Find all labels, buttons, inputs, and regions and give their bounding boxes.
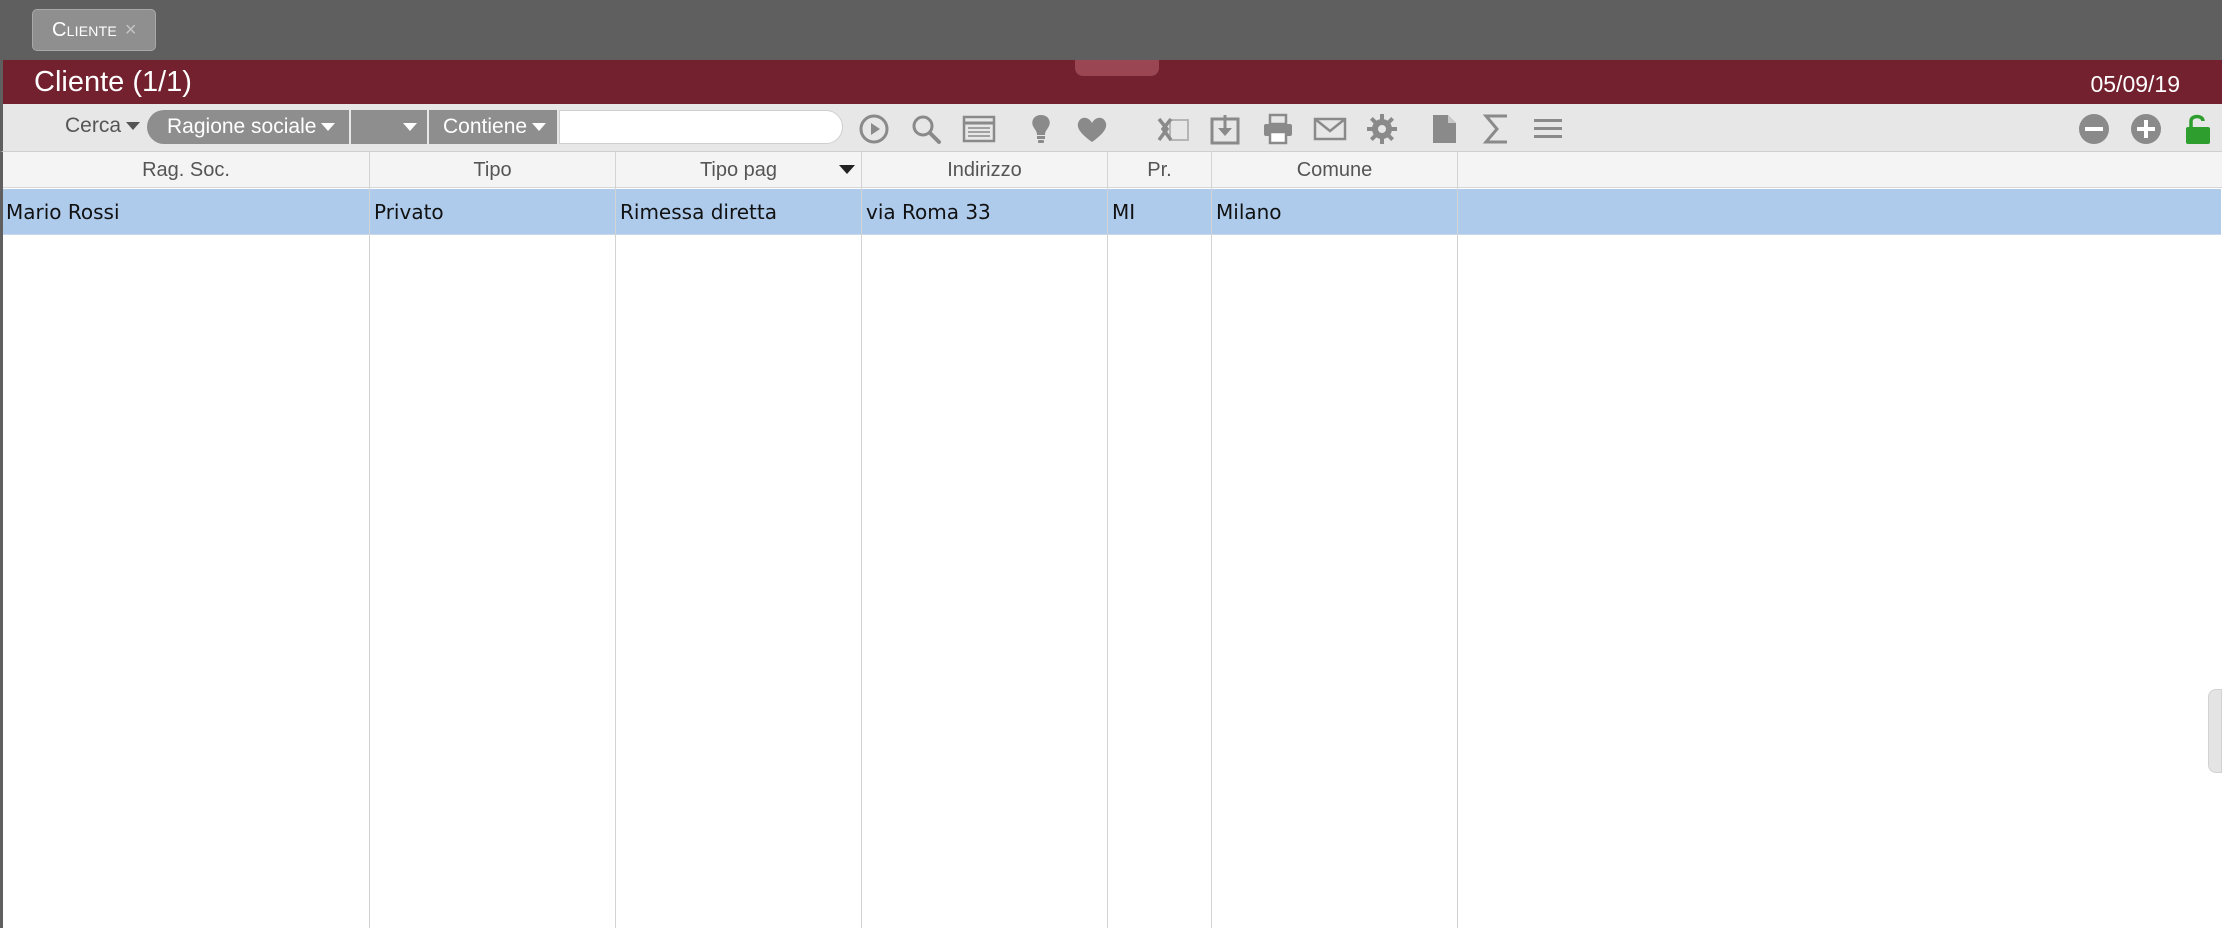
column-header-comune[interactable]: Comune <box>1212 152 1457 188</box>
document-icon[interactable] <box>1427 112 1461 146</box>
chevron-down-icon <box>403 123 417 131</box>
scrollbar-thumb[interactable] <box>2208 689 2222 773</box>
print-icon[interactable] <box>1261 112 1295 146</box>
search-toolbar: Cerca Ragione sociale Contiene <box>0 104 2222 152</box>
column-header-rag-soc[interactable]: Rag. Soc. <box>3 152 369 188</box>
column-header-label: Pr. <box>1147 158 1172 181</box>
column-header-label: Rag. Soc. <box>142 158 230 181</box>
data-grid: Rag. Soc. Tipo Tipo pag Indirizzo Pr. Co… <box>0 152 2222 928</box>
column-header-label: Comune <box>1296 158 1373 181</box>
add-icon[interactable] <box>2129 112 2163 146</box>
column-header-pr[interactable]: Pr. <box>1108 152 1211 188</box>
page-title: Cliente (1/1) <box>34 66 192 98</box>
grid-header: Rag. Soc. Tipo Tipo pag Indirizzo Pr. Co… <box>3 152 2222 188</box>
column-divider[interactable] <box>1107 152 1108 928</box>
sum-icon[interactable] <box>1479 112 1513 146</box>
search-input[interactable] <box>559 110 843 144</box>
close-icon[interactable]: × <box>125 20 137 40</box>
tab-cliente[interactable]: Cliente × <box>32 9 156 51</box>
cell-tipo-pag[interactable]: Rimessa diretta <box>616 189 861 235</box>
chevron-down-icon <box>532 123 547 131</box>
menu-icon[interactable] <box>1531 112 1565 146</box>
search-mode-label: Cerca <box>65 114 122 137</box>
column-header-label: Tipo <box>473 158 512 181</box>
cell-pr[interactable]: MI <box>1108 189 1211 235</box>
field-select-value: Ragione sociale <box>167 115 317 138</box>
column-divider[interactable] <box>615 152 616 928</box>
table-row[interactable]: Mario Rossi Privato Rimessa diretta via … <box>3 189 2221 235</box>
lock-icon[interactable] <box>2181 112 2215 146</box>
field-select[interactable]: Ragione sociale <box>147 110 349 144</box>
column-header-indirizzo[interactable]: Indirizzo <box>862 152 1107 188</box>
excel-icon[interactable] <box>1156 112 1190 146</box>
current-date: 05/09/19 <box>2090 71 2180 97</box>
cell-indirizzo[interactable]: via Roma 33 <box>862 189 1107 235</box>
run-icon[interactable] <box>857 112 891 146</box>
remove-icon[interactable] <box>2077 112 2111 146</box>
list-view-icon[interactable] <box>962 112 996 146</box>
app-window: Cliente × Cliente (1/1) 05/09/19 Cerca R… <box>0 0 2222 928</box>
chevron-down-icon <box>126 122 141 130</box>
cell-comune[interactable]: Milano <box>1212 189 1457 235</box>
tab-bar: Cliente × <box>0 0 2222 60</box>
heart-icon[interactable] <box>1075 112 1109 146</box>
drag-handle[interactable] <box>1075 60 1159 76</box>
chevron-down-icon <box>321 123 336 131</box>
lightbulb-icon[interactable] <box>1024 112 1058 146</box>
gear-icon[interactable] <box>1365 112 1399 146</box>
search-mode-dropdown[interactable]: Cerca <box>65 114 141 138</box>
column-header-label: Tipo pag <box>699 158 778 181</box>
cell-rag-soc[interactable]: Mario Rossi <box>3 189 369 235</box>
search-icon[interactable] <box>909 112 943 146</box>
operator-select-value: Contiene <box>443 115 528 138</box>
column-divider[interactable] <box>1457 152 1458 928</box>
title-bar: Cliente (1/1) 05/09/19 <box>0 60 2222 104</box>
extra-select[interactable] <box>351 110 427 144</box>
column-divider[interactable] <box>1211 152 1212 928</box>
column-header-label: Indirizzo <box>947 158 1022 181</box>
operator-select[interactable]: Contiene <box>429 110 557 144</box>
cell-tipo[interactable]: Privato <box>370 189 615 235</box>
tab-label: Cliente <box>52 18 117 41</box>
import-icon[interactable] <box>1208 112 1242 146</box>
column-header-tipo[interactable]: Tipo <box>370 152 615 188</box>
column-divider[interactable] <box>369 152 370 928</box>
sort-down-icon[interactable] <box>839 165 855 174</box>
column-header-tipo-pag[interactable]: Tipo pag <box>616 152 861 188</box>
column-divider[interactable] <box>861 152 862 928</box>
mail-icon[interactable] <box>1313 112 1347 146</box>
